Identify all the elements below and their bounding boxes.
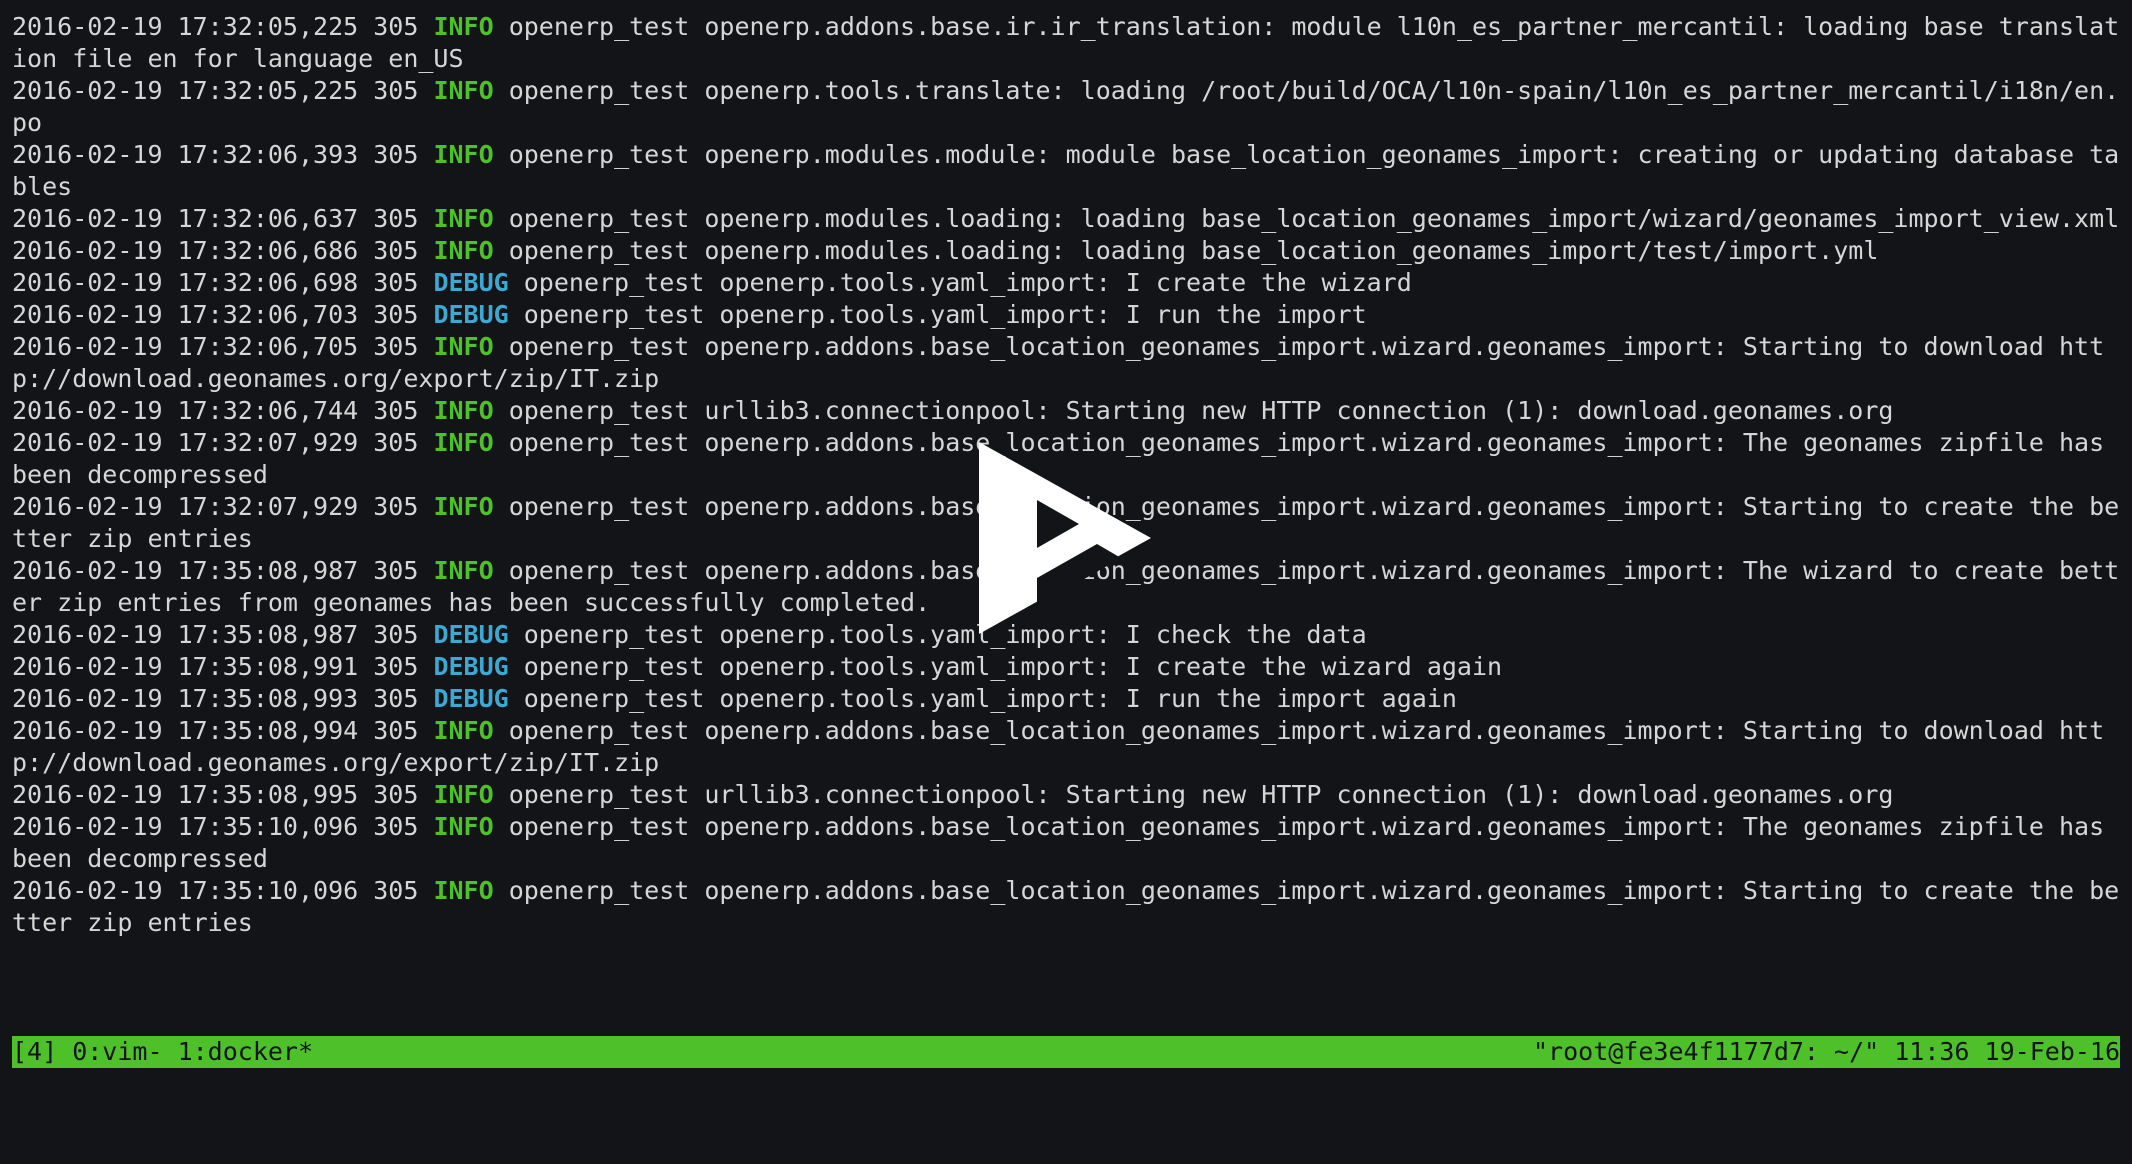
log-line: 2016-02-19 17:35:08,995 305 INFO openerp…: [12, 779, 2120, 811]
log-timestamp: 2016-02-19 17:32:06,393 305: [12, 140, 434, 169]
log-line: 2016-02-19 17:32:06,637 305 INFO openerp…: [12, 203, 2120, 235]
log-level: INFO: [433, 12, 494, 41]
log-timestamp: 2016-02-19 17:32:07,929 305: [12, 492, 434, 521]
tmux-status-info: "root@fe3e4f1177d7: ~/" 11:36 19-Feb-16: [1533, 1037, 2120, 1066]
log-level: INFO: [433, 492, 494, 521]
log-timestamp: 2016-02-19 17:35:08,991 305: [12, 652, 434, 681]
log-line: 2016-02-19 17:32:06,393 305 INFO openerp…: [12, 139, 2120, 203]
log-message: openerp_test openerp.modules.loading: lo…: [493, 236, 1879, 265]
tmux-status-bar: [4] 0:vim- 1:docker* "root@fe3e4f1177d7:…: [12, 1036, 2120, 1068]
log-level: DEBUG: [433, 684, 509, 713]
log-line: 2016-02-19 17:32:06,698 305 DEBUG opener…: [12, 267, 2120, 299]
log-message: openerp_test urllib3.connectionpool: Sta…: [493, 780, 1894, 809]
log-line: 2016-02-19 17:32:06,744 305 INFO openerp…: [12, 395, 2120, 427]
log-level: INFO: [433, 396, 494, 425]
log-timestamp: 2016-02-19 17:35:10,096 305: [12, 876, 434, 905]
log-timestamp: 2016-02-19 17:32:06,637 305: [12, 204, 434, 233]
log-timestamp: 2016-02-19 17:32:06,744 305: [12, 396, 434, 425]
log-message: openerp_test openerp.tools.yaml_import: …: [508, 300, 1367, 329]
log-level: INFO: [433, 428, 494, 457]
log-level: INFO: [433, 332, 494, 361]
log-line: 2016-02-19 17:32:06,705 305 INFO openerp…: [12, 331, 2120, 395]
log-level: INFO: [433, 812, 494, 841]
log-timestamp: 2016-02-19 17:35:08,987 305: [12, 620, 434, 649]
log-timestamp: 2016-02-19 17:35:10,096 305: [12, 812, 434, 841]
log-timestamp: 2016-02-19 17:35:08,993 305: [12, 684, 434, 713]
log-level: INFO: [433, 876, 494, 905]
log-level: INFO: [433, 204, 494, 233]
log-timestamp: 2016-02-19 17:32:05,225 305: [12, 76, 434, 105]
log-timestamp: 2016-02-19 17:32:06,686 305: [12, 236, 434, 265]
log-message: openerp_test openerp.tools.yaml_import: …: [508, 684, 1457, 713]
log-level: DEBUG: [433, 652, 509, 681]
play-button[interactable]: [975, 438, 1155, 638]
tmux-window-list[interactable]: [4] 0:vim- 1:docker*: [12, 1036, 313, 1068]
log-line: 2016-02-19 17:35:08,991 305 DEBUG opener…: [12, 651, 2120, 683]
log-level: INFO: [433, 140, 494, 169]
log-level: INFO: [433, 716, 494, 745]
log-timestamp: 2016-02-19 17:32:06,703 305: [12, 300, 434, 329]
log-timestamp: 2016-02-19 17:35:08,987 305: [12, 556, 434, 585]
log-timestamp: 2016-02-19 17:32:07,929 305: [12, 428, 434, 457]
log-line: 2016-02-19 17:32:05,225 305 INFO openerp…: [12, 75, 2120, 139]
log-level: INFO: [433, 780, 494, 809]
log-message: openerp_test openerp.modules.loading: lo…: [493, 204, 2120, 233]
log-level: INFO: [433, 236, 494, 265]
log-level: INFO: [433, 76, 494, 105]
log-level: INFO: [433, 556, 494, 585]
log-message: openerp_test urllib3.connectionpool: Sta…: [493, 396, 1894, 425]
log-message: openerp_test openerp.tools.yaml_import: …: [508, 620, 1367, 649]
log-timestamp: 2016-02-19 17:32:06,698 305: [12, 268, 434, 297]
log-level: DEBUG: [433, 268, 509, 297]
log-timestamp: 2016-02-19 17:32:06,705 305: [12, 332, 434, 361]
terminal-window[interactable]: 2016-02-19 17:32:05,225 305 INFO openerp…: [0, 0, 2132, 1080]
log-line: 2016-02-19 17:32:05,225 305 INFO openerp…: [12, 11, 2120, 75]
log-message: openerp_test openerp.tools.yaml_import: …: [508, 652, 1503, 681]
log-level: DEBUG: [433, 620, 509, 649]
log-line: 2016-02-19 17:35:08,994 305 INFO openerp…: [12, 715, 2120, 779]
play-icon: [979, 442, 1151, 634]
log-line: 2016-02-19 17:35:10,096 305 INFO openerp…: [12, 811, 2120, 875]
log-line: 2016-02-19 17:35:08,993 305 DEBUG opener…: [12, 683, 2120, 715]
log-message: openerp_test openerp.tools.yaml_import: …: [508, 268, 1412, 297]
log-level: DEBUG: [433, 300, 509, 329]
log-timestamp: 2016-02-19 17:32:05,225 305: [12, 12, 434, 41]
log-line: 2016-02-19 17:35:10,096 305 INFO openerp…: [12, 875, 2120, 939]
log-timestamp: 2016-02-19 17:35:08,995 305: [12, 780, 434, 809]
log-line: 2016-02-19 17:32:06,703 305 DEBUG opener…: [12, 299, 2120, 331]
log-line: 2016-02-19 17:32:06,686 305 INFO openerp…: [12, 235, 2120, 267]
log-timestamp: 2016-02-19 17:35:08,994 305: [12, 716, 434, 745]
